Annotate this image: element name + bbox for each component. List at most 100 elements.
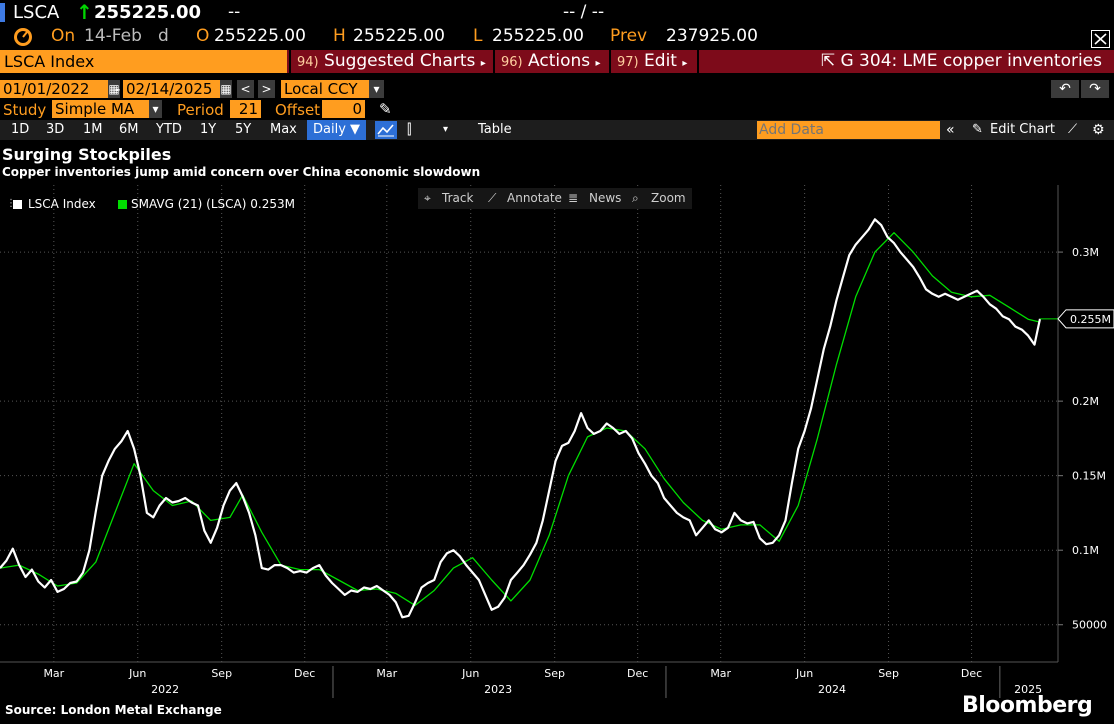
annotate-icon: ⟋ — [488, 191, 497, 205]
legend-series-2[interactable]: SMAVG (21) (LSCA) 0.253M — [131, 197, 295, 211]
close-icon[interactable] — [1091, 30, 1110, 48]
quote-date-suffix: d — [158, 26, 169, 46]
menu-divider — [493, 50, 495, 73]
line-chart-icon[interactable] — [375, 121, 397, 139]
date-range-bar: 01/01/2022 ▦ - 02/14/2025 ▦ < > Local CC… — [0, 80, 1114, 100]
pencil-icon[interactable]: ✎ — [379, 100, 392, 118]
news-icon: ≣ — [568, 191, 579, 205]
collapse-icon[interactable]: « — [946, 120, 955, 140]
suggested-charts-menu[interactable]: 94) Suggested Charts ▸ — [297, 50, 486, 73]
open-value: 255225.00 — [214, 26, 306, 46]
suggested-charts-label: Suggested Charts — [324, 51, 476, 71]
menu-divider — [289, 50, 291, 73]
x-tick-label: Sep — [878, 667, 899, 680]
period-label: Period — [177, 101, 224, 119]
annotate-button[interactable]: Annotate — [507, 191, 562, 205]
study-select[interactable]: Simple MA — [52, 100, 149, 118]
legend-swatch-green — [118, 200, 127, 209]
period-1d-button[interactable]: 1D — [11, 120, 29, 140]
chevron-down-icon[interactable]: ▾ — [149, 100, 162, 118]
track-button[interactable]: Track — [442, 191, 473, 205]
study-bar: Study Simple MA ▾ Period 21 Offset 0 ✎ — [0, 100, 1114, 120]
brush-icon[interactable]: ⟋ — [1068, 120, 1077, 140]
zoom-button[interactable]: Zoom — [651, 191, 686, 205]
x-tick-label: Dec — [294, 667, 315, 680]
news-button[interactable]: News — [589, 191, 621, 205]
chart-series — [0, 218, 1042, 619]
previous-range-button[interactable]: < — [237, 80, 254, 98]
add-data-input[interactable] — [757, 121, 940, 139]
dropdown-arrow-icon: ▸ — [595, 58, 601, 69]
chart-grid — [0, 185, 1058, 662]
gear-icon[interactable]: ⚙ — [1092, 120, 1105, 140]
next-range-button[interactable]: > — [258, 80, 275, 98]
redo-icon[interactable]: ↷ — [1081, 80, 1109, 98]
frequency-select[interactable]: Daily ▼ — [307, 120, 367, 140]
table-button[interactable]: Table — [478, 120, 512, 140]
high-label: H — [333, 26, 346, 46]
quote-details: On 14-Feb d O 255225.00 H 255225.00 L 25… — [0, 25, 1114, 49]
x-tick-label: Dec — [627, 667, 648, 680]
chart-subtitle: Copper inventories jump amid concern ove… — [2, 165, 481, 179]
x-tick-label: Dec — [961, 667, 982, 680]
on-label: On — [51, 26, 76, 46]
open-label: O — [196, 26, 210, 46]
period-ytd-button[interactable]: YTD — [156, 120, 182, 140]
actions-label: Actions — [528, 51, 591, 71]
chevron-down-icon[interactable]: ▾ — [443, 120, 448, 140]
x-tick-label: Mar — [43, 667, 64, 680]
period-input[interactable]: 21 — [230, 100, 261, 118]
quote-header: LSCA ↑ 255225.00 -- -- / -- — [0, 0, 1114, 24]
menu-bar: LSCA Index 94) Suggested Charts ▸ 96) Ac… — [0, 50, 1114, 73]
offset-input[interactable]: 0 — [322, 100, 365, 118]
end-date-input[interactable]: 02/14/2025 — [123, 80, 220, 98]
edit-label: Edit — [644, 51, 677, 71]
edit-chart-button[interactable]: Edit Chart — [990, 120, 1055, 140]
chart-title: Surging Stockpiles — [2, 145, 172, 164]
menu-divider — [697, 50, 699, 73]
bar-chart-icon[interactable]: ⫿ — [407, 120, 411, 140]
period-1y-button[interactable]: 1Y — [200, 120, 216, 140]
lsca-index-line — [0, 218, 1042, 619]
start-date-input[interactable]: 01/01/2022 — [0, 80, 108, 98]
high-value: 255225.00 — [353, 26, 445, 46]
bloomberg-logo: Bloomberg — [962, 693, 1093, 718]
period-max-button[interactable]: Max — [270, 120, 297, 140]
up-arrow-icon: ↑ — [76, 0, 93, 24]
x-year-label: 2022 — [151, 683, 179, 696]
dropdown-arrow-icon: ▸ — [682, 58, 688, 69]
undo-icon[interactable]: ↶ — [1051, 80, 1079, 98]
period-6m-button[interactable]: 6M — [119, 120, 139, 140]
x-tick-label: Mar — [376, 667, 397, 680]
low-label: L — [473, 26, 483, 46]
y-tick-label: 0.3M — [1072, 246, 1099, 259]
dropdown-arrow-icon: ▸ — [480, 58, 486, 69]
launch-icon: ⇱ — [820, 51, 836, 71]
y-axis: 50000 0.1M 0.15M 0.2M 0.3M — [1057, 185, 1107, 662]
x-tick-label: Sep — [544, 667, 565, 680]
legend-swatch-white — [13, 200, 22, 209]
quote-date: 14-Feb — [84, 26, 142, 46]
related-chart-link[interactable]: ⇱ G 304: LME copper inventories — [821, 50, 1102, 73]
edit-menu[interactable]: 97) Edit ▸ — [617, 50, 687, 73]
chart-toolbar: 1D 3D 1M 6M YTD 1Y 5Y Max Daily ▼ ⫿ ▾ Ta… — [0, 120, 1114, 140]
pencil-icon[interactable]: ✎ — [972, 120, 983, 140]
x-tick-label: Jun — [795, 667, 813, 680]
study-label: Study — [3, 101, 47, 119]
last-value-label: 0.255M — [1070, 313, 1111, 326]
period-5y-button[interactable]: 5Y — [235, 120, 251, 140]
currency-select[interactable]: Local CCY — [281, 80, 369, 98]
inventory-line-chart[interactable]: 50000 0.1M 0.15M 0.2M 0.3M Mar Jun Sep Dec Mar Ju… — [0, 185, 1114, 700]
gauge-icon — [14, 28, 32, 46]
x-year-label: 2024 — [818, 683, 846, 696]
actions-menu[interactable]: 96) Actions ▸ — [501, 50, 601, 73]
period-3d-button[interactable]: 3D — [46, 120, 64, 140]
calendar-icon[interactable]: ▦ — [220, 80, 232, 98]
legend-series-1[interactable]: LSCA Index — [28, 197, 96, 211]
related-chart-label: G 304: LME copper inventories — [840, 51, 1102, 71]
chevron-down-icon[interactable]: ▾ — [369, 80, 384, 98]
last-value-marker: 0.255M — [1040, 309, 1114, 329]
security-field[interactable]: LSCA Index — [0, 50, 287, 73]
low-value: 255225.00 — [492, 26, 584, 46]
period-1m-button[interactable]: 1M — [83, 120, 103, 140]
